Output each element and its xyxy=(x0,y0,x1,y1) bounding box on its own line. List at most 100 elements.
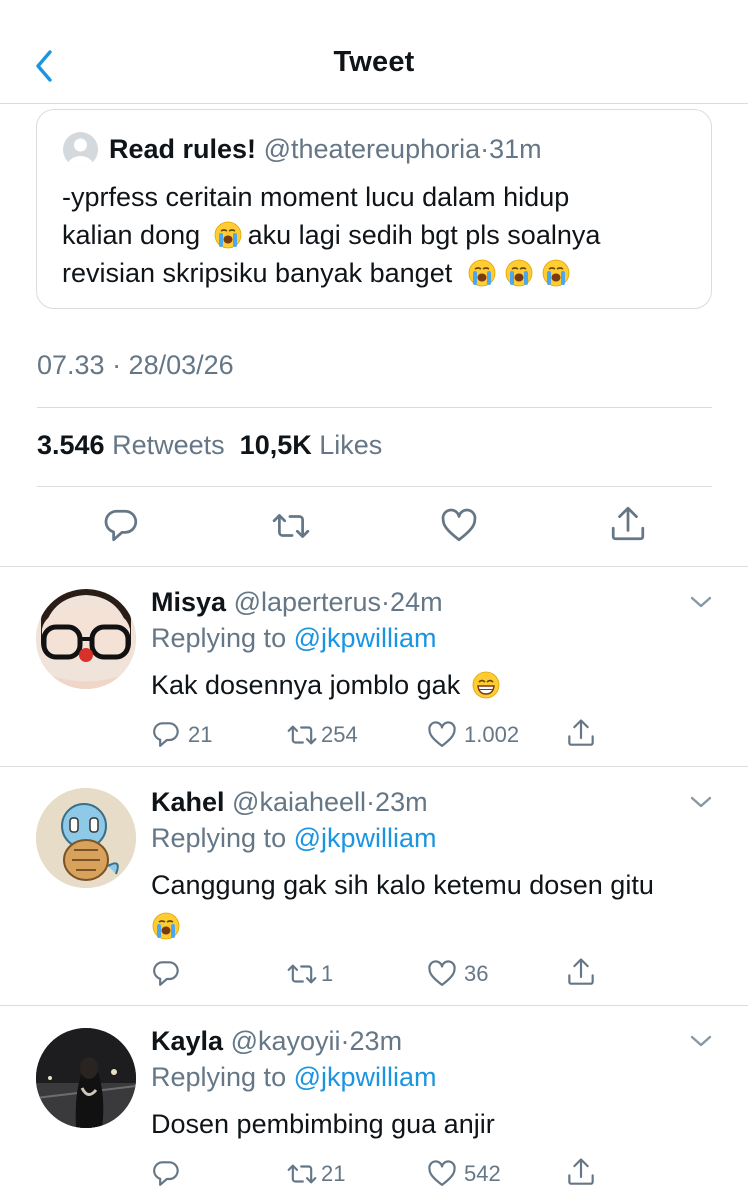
like-icon[interactable] xyxy=(440,507,478,545)
display-name[interactable]: Misya xyxy=(151,587,226,617)
reply-header: Kayla @kayoyii·23m xyxy=(151,1024,402,1058)
separator: · xyxy=(381,587,391,617)
tweet-stats: 3.546 Retweets 10,5K Likes xyxy=(37,430,382,461)
quoted-text-line-2a: kalian dong xyxy=(62,220,201,250)
reply-text-content: Canggung gak sih kalo ketemu dosen gitu xyxy=(151,870,654,900)
share-action[interactable] xyxy=(566,1155,596,1189)
like-count: 36 xyxy=(464,961,489,986)
reply-tweet[interactable]: Misya @laperterus·24m Replying to @jkpwi… xyxy=(0,567,748,766)
reply-count: 21 xyxy=(188,722,213,747)
handle[interactable]: @kayoyii xyxy=(231,1026,341,1056)
retweet-count: 1 xyxy=(321,961,334,986)
retweet-count: 254 xyxy=(321,722,358,747)
separator: · xyxy=(340,1026,350,1056)
reply-text: Kak dosennya jomblo gak xyxy=(151,665,711,706)
like-action[interactable]: 1.002 xyxy=(427,718,519,752)
retweet-action[interactable]: 1 xyxy=(287,957,333,991)
separator: · xyxy=(366,787,376,817)
quoted-display-name: Read rules! xyxy=(109,134,257,164)
share-icon xyxy=(568,719,594,746)
like-action[interactable]: 542 xyxy=(427,1157,501,1191)
tweet-timestamp: 07.33 · 28/03/26 xyxy=(37,350,234,380)
retweet-icon xyxy=(287,725,317,745)
retweet-action[interactable]: 21 xyxy=(287,1157,345,1191)
display-name[interactable]: Kahel xyxy=(151,787,225,817)
chevron-down-icon[interactable] xyxy=(688,589,714,615)
quoted-avatar xyxy=(63,132,98,167)
replying-prefix: Replying to xyxy=(151,823,287,853)
default-avatar-icon xyxy=(67,138,94,167)
like-icon xyxy=(428,721,456,747)
reply-icon[interactable] xyxy=(102,507,140,545)
grinning-face-icon xyxy=(471,671,500,699)
avatar[interactable] xyxy=(36,1028,136,1128)
quoted-separator: · xyxy=(480,134,490,164)
page-title: Tweet xyxy=(333,46,415,78)
likes-label[interactable]: Likes xyxy=(319,430,382,460)
replying-handle-link[interactable]: @jkpwilliam xyxy=(294,623,437,653)
divider xyxy=(37,407,712,408)
likes-count[interactable]: 10,5K xyxy=(240,430,312,460)
avatar[interactable] xyxy=(36,788,136,888)
quoted-time: 31m xyxy=(489,134,542,164)
loudly-crying-face-icon xyxy=(504,259,533,287)
like-action[interactable]: 36 xyxy=(427,957,488,991)
loudly-crying-face-icon xyxy=(213,221,242,249)
like-icon xyxy=(428,960,456,986)
retweet-action[interactable]: 254 xyxy=(287,718,358,752)
share-icon[interactable] xyxy=(609,505,647,543)
replying-handle-link[interactable]: @jkpwilliam xyxy=(294,823,437,853)
reply-icon xyxy=(153,722,179,747)
display-name[interactable]: Kayla xyxy=(151,1026,223,1056)
quoted-text-line-2b: aku lagi sedih bgt pls soalnya xyxy=(247,220,601,250)
chevron-down-icon[interactable] xyxy=(688,1028,714,1054)
quoted-tweet-text: -yprfess ceritain moment lucu dalam hidu… xyxy=(62,178,692,292)
reply-text-content: Kak dosennya jomblo gak xyxy=(151,670,461,700)
retweet-icon[interactable] xyxy=(272,507,310,545)
handle[interactable]: @kaiaheell xyxy=(232,787,366,817)
avatar-image xyxy=(36,788,136,888)
quoted-tweet-header: Read rules! @theatereuphoria·31m xyxy=(109,132,542,166)
reply-icon xyxy=(153,1161,179,1186)
avatar-image xyxy=(36,589,136,689)
replying-prefix: Replying to xyxy=(151,1062,287,1092)
retweets-count[interactable]: 3.546 xyxy=(37,430,105,460)
top-bar: Tweet xyxy=(0,0,748,104)
reply-tweet[interactable]: Kahel @kaiaheell·23m Replying to @jkpwil… xyxy=(0,767,748,1005)
handle[interactable]: @laperterus xyxy=(234,587,381,617)
loudly-crying-face-icon xyxy=(467,259,496,287)
retweets-label[interactable]: Retweets xyxy=(112,430,225,460)
reply-text: Dosen pembimbing gua anjir xyxy=(151,1104,711,1145)
reply-text-content: Dosen pembimbing gua anjir xyxy=(151,1109,495,1139)
loudly-crying-face-icon xyxy=(152,912,180,940)
quoted-tweet-card[interactable]: Read rules! @theatereuphoria·31m -yprfes… xyxy=(36,109,712,309)
like-icon xyxy=(428,1160,456,1186)
quoted-text-line-3: revisian skripsiku banyak banget xyxy=(62,258,453,288)
reply-action[interactable]: 21 xyxy=(151,718,212,752)
retweet-count: 21 xyxy=(321,1161,346,1186)
reply-action[interactable] xyxy=(151,957,188,991)
share-icon xyxy=(568,1158,594,1185)
reply-tweet[interactable]: Kayla @kayoyii·23m Replying to @jkpwilli… xyxy=(0,1006,748,1200)
reply-header: Kahel @kaiaheell·23m xyxy=(151,785,428,819)
retweet-icon xyxy=(287,1164,317,1184)
reply-time: 23m xyxy=(349,1026,403,1056)
replying-to: Replying to @jkpwilliam xyxy=(151,623,437,654)
share-action[interactable] xyxy=(566,716,596,750)
loudly-crying-face-icon xyxy=(541,259,570,287)
replying-to: Replying to @jkpwilliam xyxy=(151,823,437,854)
replying-handle-link[interactable]: @jkpwilliam xyxy=(294,1062,437,1092)
reply-time: 23m xyxy=(375,787,428,817)
like-count: 1.002 xyxy=(464,722,520,747)
quoted-text-line-1: -yprfess ceritain moment lucu dalam hidu… xyxy=(62,182,570,212)
share-action[interactable] xyxy=(566,955,596,989)
reply-action[interactable] xyxy=(151,1157,188,1191)
avatar[interactable] xyxy=(36,589,136,689)
chevron-down-icon[interactable] xyxy=(688,789,714,815)
like-count: 542 xyxy=(464,1161,501,1186)
quoted-handle: @theatereuphoria xyxy=(263,134,481,164)
reply-icon xyxy=(153,961,179,986)
share-icon xyxy=(568,958,594,985)
avatar-image xyxy=(36,1028,136,1128)
replying-prefix: Replying to xyxy=(151,623,287,653)
